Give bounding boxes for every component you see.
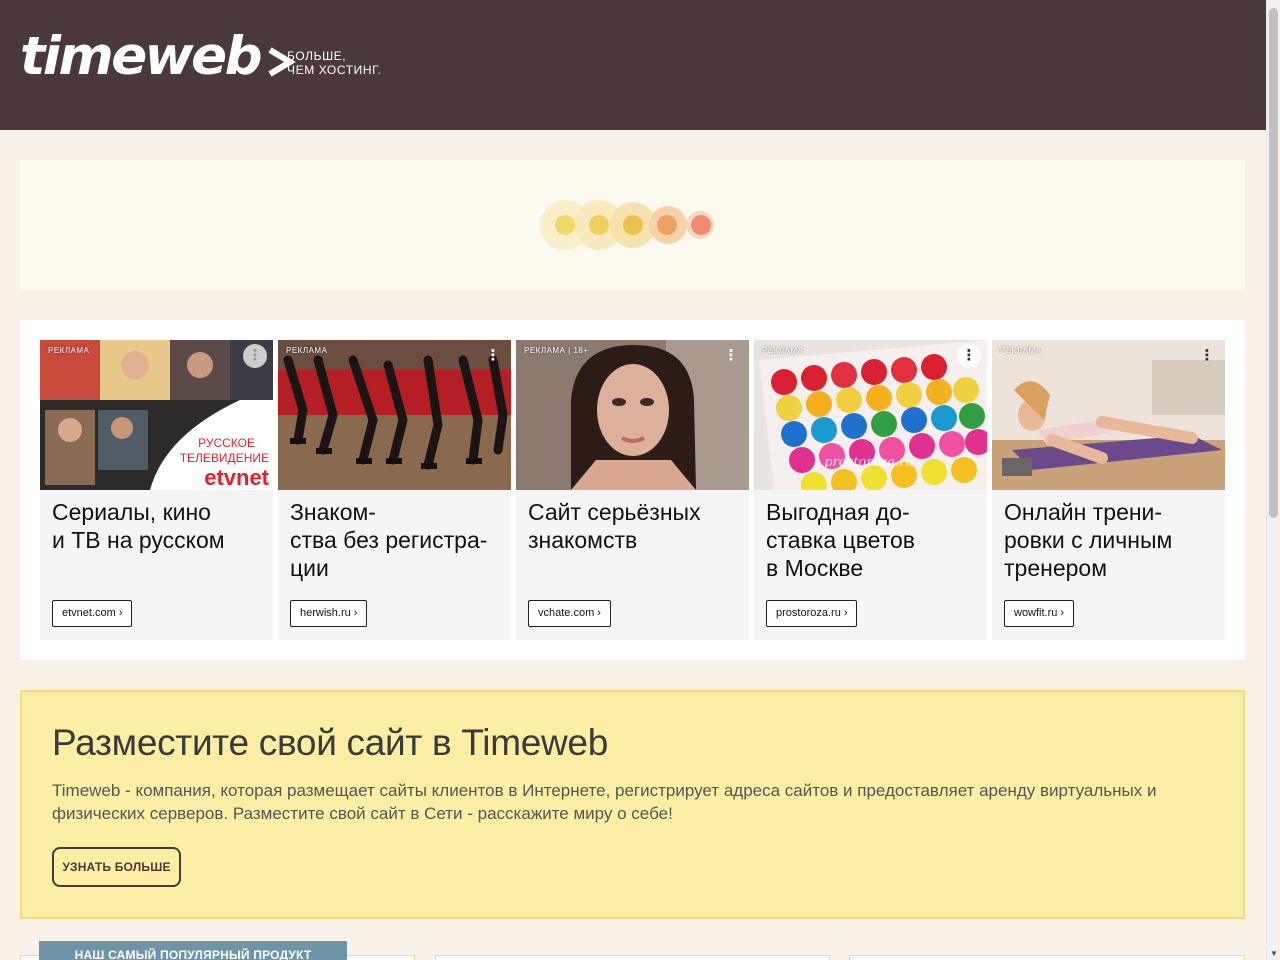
ad-title-line: ции [290,555,329,581]
popular-product-tab: НАШ САМЫЙ ПОПУЛЯРНЫЙ ПРОДУКТ [39,941,347,960]
ad-label: РЕКЛАМА [286,346,328,355]
ad-image-brand: etvnet [204,465,269,490]
ad-title[interactable]: Онлайн трени- ровки с личным тренером [1004,498,1219,582]
ad-label: РЕКЛАМА [48,346,90,355]
ad-card-herwish[interactable]: РЕКЛАМА ⋮ Знаком- ства без регистра- ции… [278,340,511,640]
more-options-icon[interactable]: ⋮ [957,344,981,368]
loader-dot-2 [589,215,609,235]
ad-domain-button[interactable]: herwish.ru › [290,600,368,627]
more-options-icon[interactable]: ⋮ [481,344,505,368]
ad-domain-button[interactable]: etvnet.com › [52,600,133,627]
scrollbar-thumb[interactable] [1269,8,1278,518]
ad-label: РЕКЛАМА | 18+ [524,346,589,355]
ad-title-line: ровки с личным [1004,527,1173,553]
ads-block: РУССКОЕ ТЕЛЕВИДЕНИЕ etvnet РЕКЛАМА ⋮ Сер… [20,320,1245,660]
loader-dot-3 [623,215,643,235]
loader-dot-5 [691,215,711,235]
timeweb-logo[interactable]: timeweb [20,30,296,83]
ad-title-line: Выгодная до- [766,499,910,525]
logo-text: timeweb [20,26,263,87]
ad-image-text: РУССКОЕ [198,436,255,450]
ad-domain-text: wowfit.ru [1014,607,1058,619]
ad-title-line: Знаком- [290,499,376,525]
ad-title-line: тренером [1004,555,1108,581]
ad-domain-text: etvnet.com [62,607,116,619]
ad-label: РЕКЛАМА [762,346,804,355]
ad-title[interactable]: Выгодная до- ставка цветов в Москве [766,498,981,582]
learn-more-button[interactable]: УЗНАТЬ БОЛЬШЕ [52,847,181,887]
ad-title[interactable]: Знаком- ства без регистра- ции [290,498,505,582]
ad-image-watermark: prostoroza.ru [824,455,913,470]
ad-card-wowfit[interactable]: РЕКЛАМА ⋮ Онлайн трени- ровки с личным т… [992,340,1225,640]
product-card[interactable] [849,955,1245,960]
ad-title[interactable]: Сайт серьёзных знакомств [528,498,743,554]
ad-title-line: Сериалы, кино [52,499,211,525]
ad-title-line: ставка цветов [766,527,915,553]
ad-title-line: ства без регистра- [290,527,488,553]
ad-title-line: и ТВ на русском [52,527,225,553]
ad-loader-banner [20,160,1245,290]
loader-dot-4 [657,215,677,235]
more-options-icon[interactable]: ⋮ [243,344,267,368]
ad-domain-text: prostoroza.ru [776,607,841,619]
ad-title-line: знакомств [528,527,638,553]
scroll-down-arrow-icon[interactable]: ▼ [1270,950,1278,958]
tagline-line-1: БОЛЬШЕ, [287,49,347,63]
ad-domain-button[interactable]: prostoroza.ru › [766,600,858,627]
more-options-icon[interactable]: ⋮ [1195,344,1219,368]
ad-image-text: ТЕЛЕВИДЕНИЕ [180,451,269,465]
promo-title: Разместите свой сайт в Timeweb [52,722,608,763]
chevron-right-icon: › [353,607,358,619]
promo-block: Разместите свой сайт в Timeweb Timeweb -… [20,690,1245,919]
vertical-scrollbar[interactable]: ▼ [1266,0,1280,960]
ad-label: РЕКЛАМА [1000,346,1042,355]
chevron-right-icon: › [118,607,123,619]
ad-title-line: в Москве [766,555,864,581]
ad-domain-button[interactable]: vchate.com › [528,600,611,627]
ad-title-line: Сайт серьёзных [528,499,701,525]
header-tagline: БОЛЬШЕ, ЧЕМ ХОСТИНГ. [287,49,382,77]
ad-card-prostoroza[interactable]: prostoroza.ru РЕКЛАМА ⋮ Выгодная до- ста… [754,340,987,640]
chevron-right-icon: › [1060,607,1065,619]
ad-image-roses[interactable]: prostoroza.ru РЕКЛАМА ⋮ [754,340,987,490]
chevron-right-icon: › [843,607,848,619]
more-options-icon[interactable]: ⋮ [719,344,743,368]
ad-image-legs[interactable]: РЕКЛАМА ⋮ [278,340,511,490]
ad-image-portrait[interactable]: РЕКЛАМА | 18+ ⋮ [516,340,749,490]
ad-domain-text: herwish.ru [300,607,351,619]
ad-title-line: Онлайн трени- [1004,499,1163,525]
promo-description: Timeweb - компания, которая размещает са… [52,781,1157,823]
ad-card-etvnet[interactable]: РУССКОЕ ТЕЛЕВИДЕНИЕ etvnet РЕКЛАМА ⋮ Сер… [40,340,273,640]
ad-image-fitness[interactable]: РЕКЛАМА ⋮ [992,340,1225,490]
ad-card-vchate[interactable]: РЕКЛАМА | 18+ ⋮ Сайт серьёзных знакомств… [516,340,749,640]
loader-dot-1 [555,215,575,235]
site-header: timeweb БОЛЬШЕ, ЧЕМ ХОСТИНГ. [0,0,1266,130]
ad-title[interactable]: Сериалы, кино и ТВ на русском [52,498,267,554]
tagline-line-2: ЧЕМ ХОСТИНГ. [287,63,382,77]
ad-domain-text: vchate.com [538,607,595,619]
chevron-right-icon: › [597,607,601,619]
ad-image-tv[interactable]: РУССКОЕ ТЕЛЕВИДЕНИЕ etvnet РЕКЛАМА ⋮ [40,340,273,490]
ad-domain-button[interactable]: wowfit.ru › [1004,600,1075,627]
product-card[interactable] [435,955,830,960]
